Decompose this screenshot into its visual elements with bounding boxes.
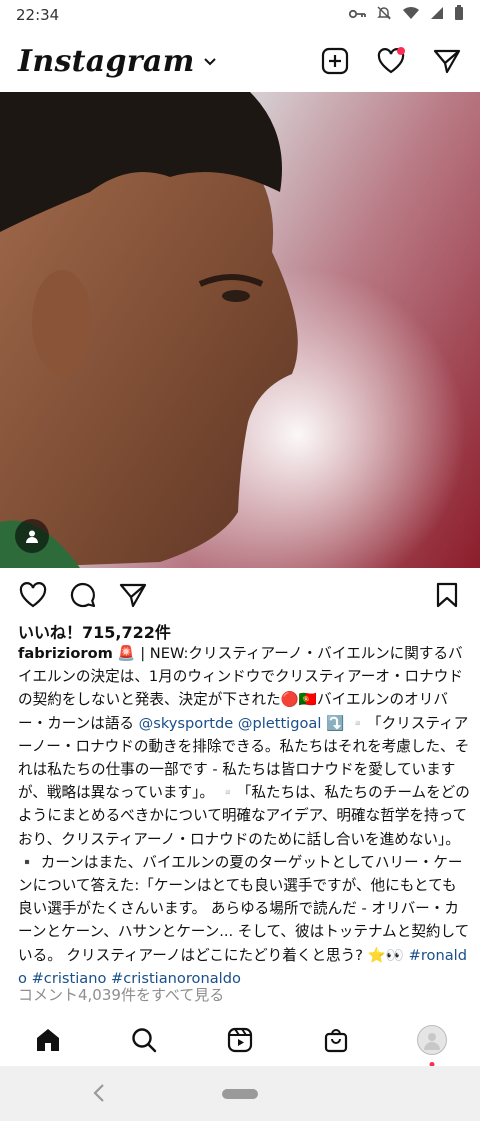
header-actions [320,46,462,76]
profile-tab[interactable] [417,1025,447,1067]
back-icon[interactable] [92,1082,106,1110]
direct-messages-button[interactable] [432,46,462,76]
post-photo-illustration [0,92,480,568]
like-button[interactable] [18,580,48,610]
view-all-comments-link[interactable]: コメント4,039件をすべて見る [18,984,224,1005]
new-post-button[interactable] [320,46,350,76]
post-actions [0,574,480,616]
system-navigation-bar [0,1066,480,1121]
search-tab[interactable] [129,1025,159,1055]
search-icon [132,1028,157,1053]
activity-button[interactable] [376,46,406,76]
bookmark-icon [436,582,458,608]
status-icons [348,5,464,25]
reels-icon [227,1027,253,1053]
app-header: Instagram [0,34,480,88]
signal-icon [430,6,444,24]
mention-link[interactable]: @skysportde [139,715,234,732]
share-button[interactable] [118,580,148,610]
home-gesture-pill[interactable] [222,1088,258,1099]
notification-dot [397,47,405,55]
app-logo[interactable]: Instagram [18,44,195,79]
heart-icon [19,582,47,608]
paper-plane-icon [433,49,461,74]
user-icon [424,1033,440,1050]
reels-tab[interactable] [225,1025,255,1055]
post-caption: fabriziorom 🚨 | NEW:クリスティアーノ・バイエルンに関するバイ… [18,642,470,990]
key-icon [348,6,366,24]
paper-plane-icon [119,583,147,608]
shop-tab[interactable] [321,1025,351,1055]
comment-button[interactable] [68,580,98,610]
caption-text: ⤵️ ▫️「クリスティアーノー・ロナウドの動きを排除できる。私たちはそれを考慮し… [18,714,470,964]
comment-icon [70,582,96,608]
home-tab[interactable] [33,1025,63,1055]
bottom-navigation [0,1018,480,1067]
mute-icon [376,5,392,25]
user-icon [26,530,38,543]
avatar [417,1025,447,1055]
tagged-people-button[interactable] [15,519,49,553]
caption-username[interactable]: fabriziorom [18,645,113,662]
wifi-icon [402,6,420,24]
plus-square-icon [321,47,349,75]
status-time: 22:34 [16,6,60,24]
chevron-down-icon[interactable] [203,51,217,72]
likes-count[interactable]: いいね！715,722件 [18,619,171,643]
save-button[interactable] [432,580,462,610]
post-image[interactable] [0,92,480,568]
mention-link[interactable]: @plettigoal [238,715,322,732]
battery-icon [454,5,464,25]
home-icon [37,1029,59,1051]
status-bar: 22:34 [0,0,480,30]
shopping-bag-icon [324,1029,348,1053]
